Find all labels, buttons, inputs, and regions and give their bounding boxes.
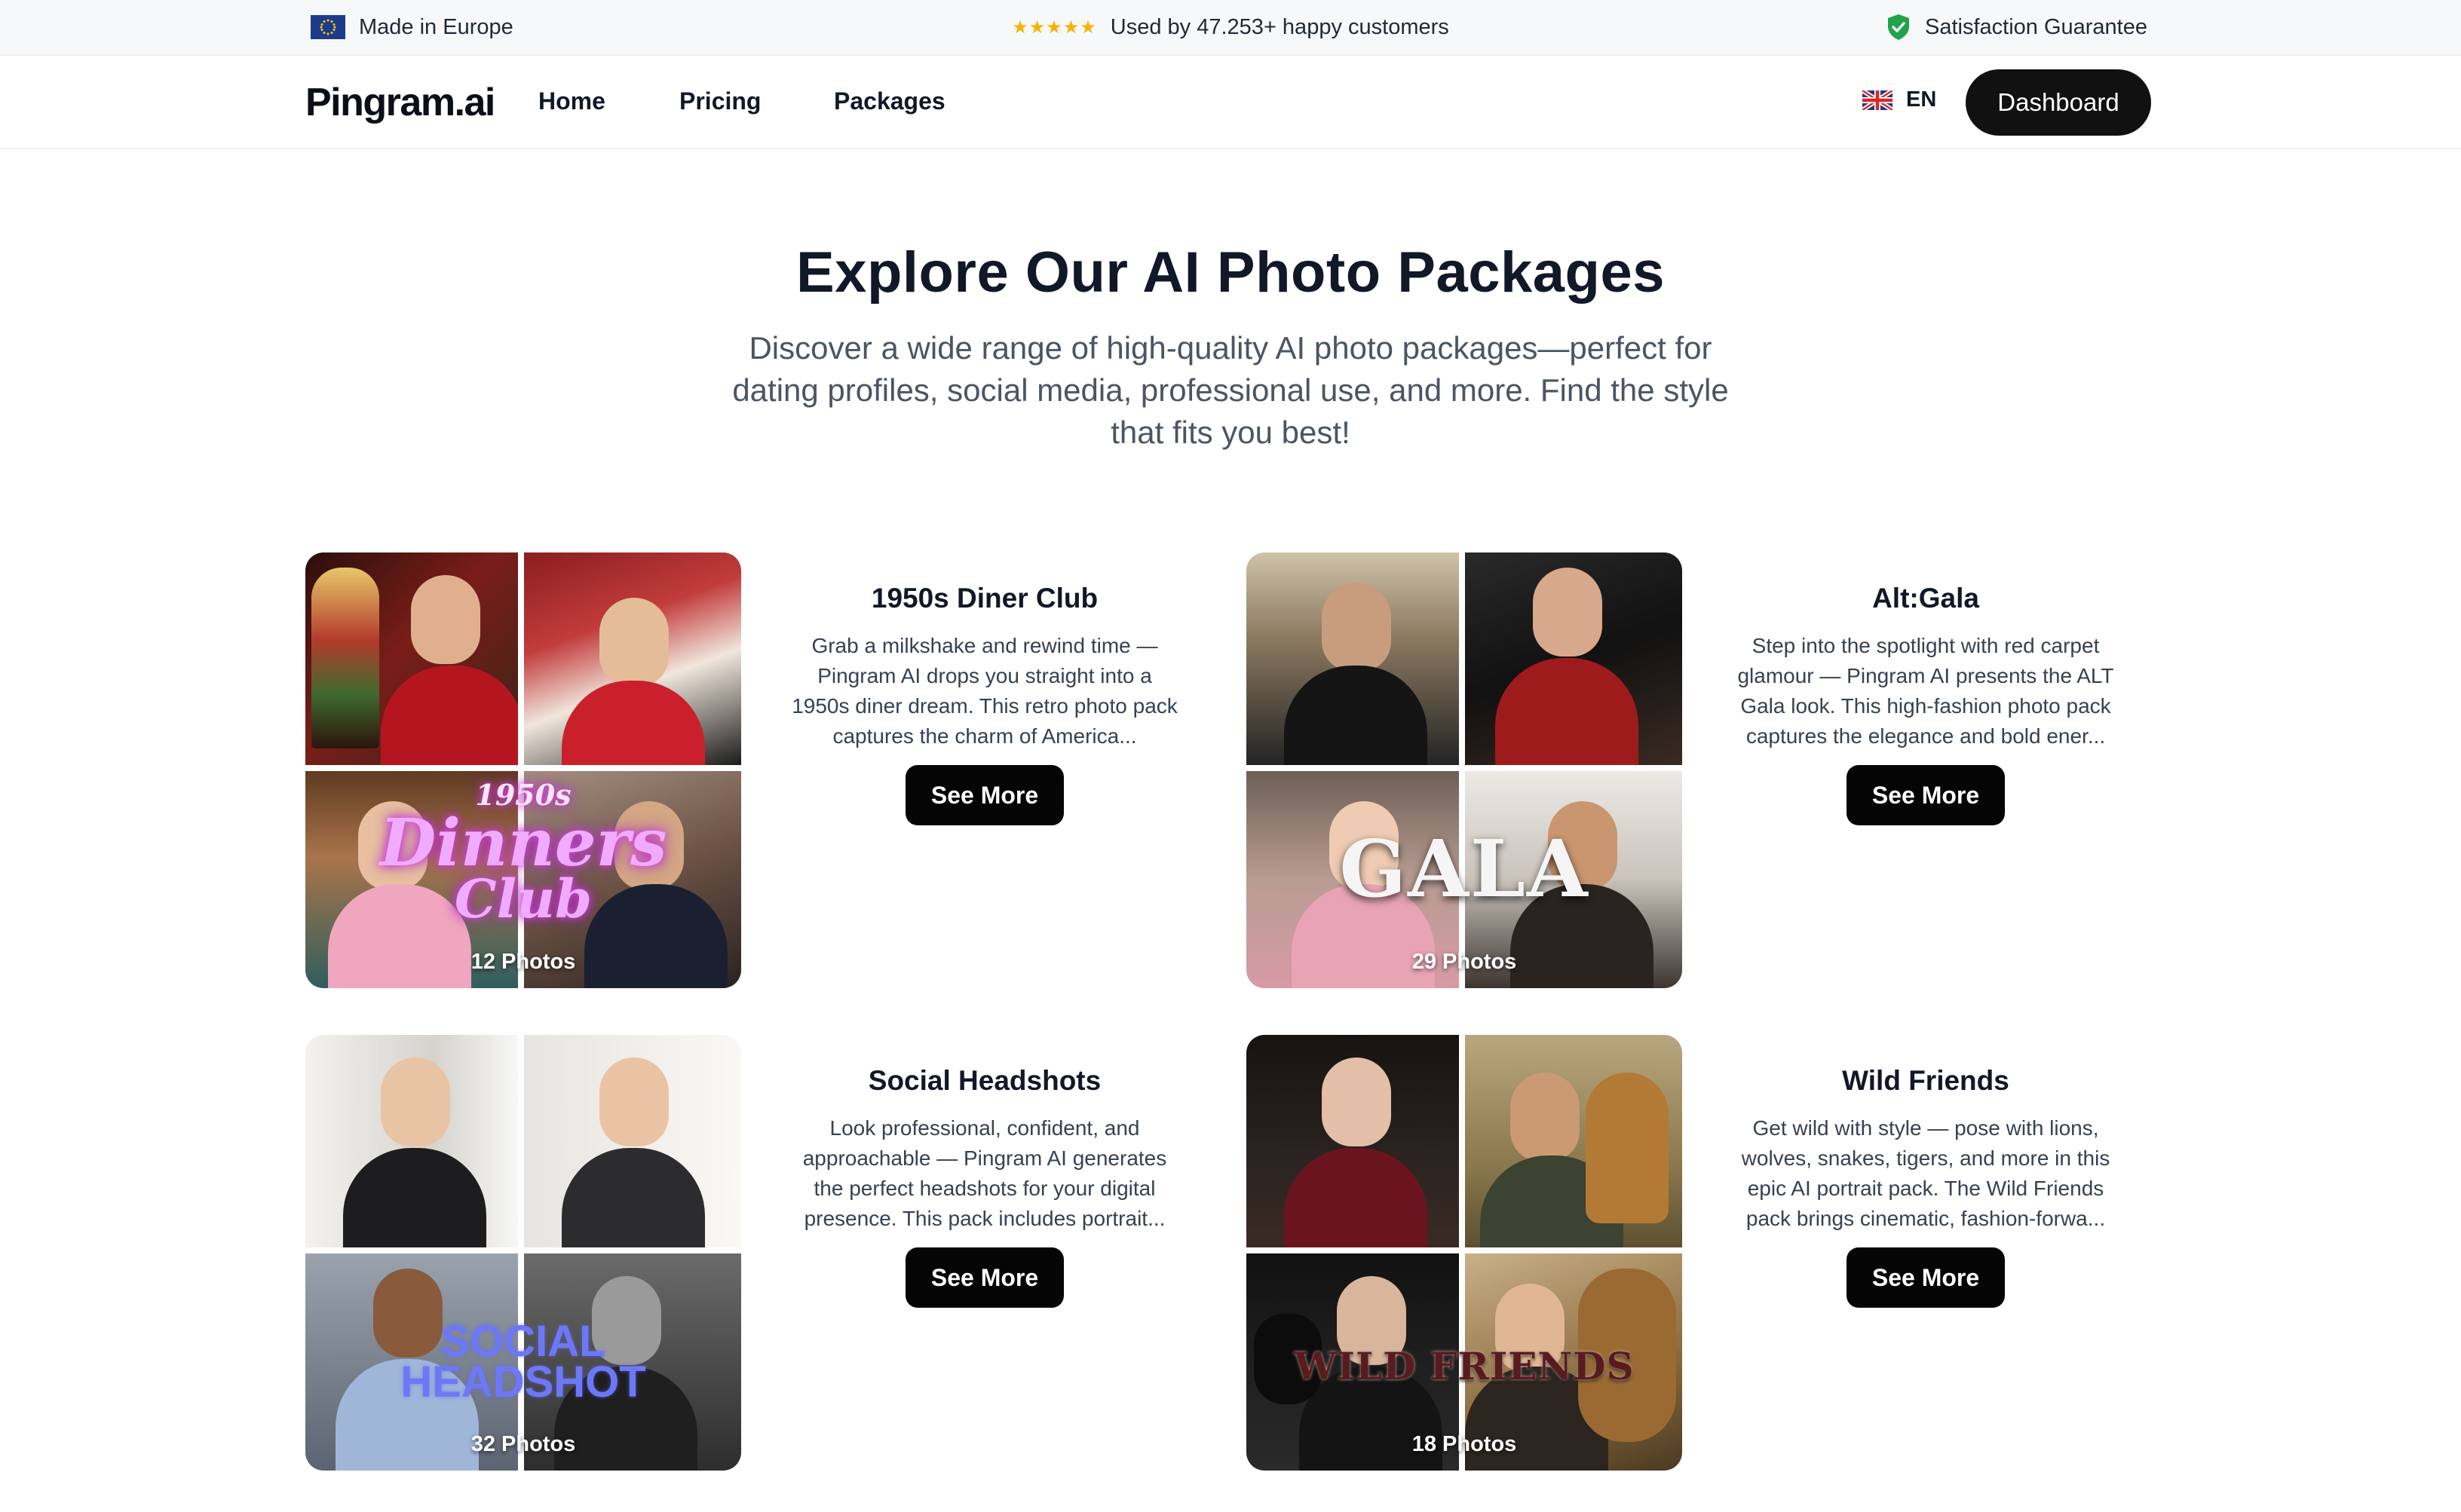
satisfaction-guarantee-label: Satisfaction Guarantee [1924,14,2147,39]
package-card-diner: 1950s Dinners Club 12 Photos 1950s Diner… [305,552,1225,990]
package-card-social-headshots: SOCIAL HEADSHOT 32 Photos Social Headsho… [305,1035,1225,1472]
package-photo [1246,1035,1459,1247]
package-info: Alt:Gala Step into the spotlight with re… [1729,583,2122,825]
photo-count-badge: 12 Photos [470,950,576,974]
page-title: Explore Our AI Photo Packages [795,240,1665,305]
package-overlay-title: SOCIAL HEADSHOT [400,1317,646,1406]
package-info: Social Headshots Look professional, conf… [788,1065,1181,1308]
package-overlay-title: GALA [1339,822,1589,915]
package-description: Grab a milkshake and rewind time — Pingr… [792,634,1178,748]
package-photo [305,1035,518,1247]
rating-stars-icon: ★★★★★ [1012,17,1097,38]
package-photo [524,552,741,765]
site-logo[interactable]: Pingram.ai [305,80,495,125]
package-image-mosaic[interactable]: 1950s Dinners Club 12 Photos [305,552,741,988]
see-more-button[interactable]: See More [1847,1247,2005,1308]
see-more-button[interactable]: See More [906,1247,1064,1308]
package-card-alt-gala: GALA 29 Photos Alt:Gala Step into the sp… [1246,552,2166,990]
package-info: Wild Friends Get wild with style — pose … [1729,1065,2122,1308]
package-photo [1246,552,1459,765]
package-photo [305,552,518,765]
nav-link-packages[interactable]: Packages [834,87,945,115]
package-overlay-title: 1950s Dinners Club [379,778,667,930]
package-overlay-title: WILD FRIENDS [1294,1344,1635,1388]
package-description: Look professional, confident, and approa… [802,1116,1167,1230]
announcement-bar: Made in Europe ★★★★★ Used by 47.253+ hap… [0,0,2461,56]
shield-check-icon [1887,14,1909,40]
package-info: 1950s Diner Club Grab a milkshake and re… [788,583,1181,825]
package-image-mosaic[interactable]: SOCIAL HEADSHOT 32 Photos [305,1035,741,1471]
package-description: Get wild with style — pose with lions, w… [1741,1116,2110,1230]
customer-count-label: Used by 47.253+ happy customers [1110,14,1449,39]
package-photo [524,1035,741,1247]
package-title: Wild Friends [1842,1065,2009,1096]
language-selector[interactable]: EN [1862,87,1936,112]
photo-count-badge: 32 Photos [470,1432,576,1456]
package-image-mosaic[interactable]: GALA 29 Photos [1246,552,1682,988]
package-title: Alt:Gala [1872,583,1979,614]
page-subtitle: Discover a wide range of high-quality AI… [732,330,1729,450]
language-label: EN [1906,87,1937,112]
package-title: 1950s Diner Club [871,583,1099,614]
package-card-wild-friends: WILD FRIENDS 18 Photos Wild Friends Get … [1246,1035,2166,1472]
dashboard-button[interactable]: Dashboard [1966,69,2151,136]
nav-link-pricing[interactable]: Pricing [679,87,761,115]
see-more-button[interactable]: See More [1847,765,2005,825]
package-photo [1465,1035,1682,1247]
uk-flag-icon [1862,90,1892,110]
satisfaction-guarantee: Satisfaction Guarantee [1886,0,2147,54]
package-photo [1465,552,1682,765]
photo-count-badge: 18 Photos [1411,1432,1517,1456]
see-more-button[interactable]: See More [906,765,1064,825]
nav-link-home[interactable]: Home [538,87,605,115]
package-description: Step into the spotlight with red carpet … [1737,634,2114,748]
main-navigation: Pingram.ai Home Pricing Packages EN Dash… [0,56,2461,149]
package-title: Social Headshots [868,1065,1102,1096]
package-image-mosaic[interactable]: WILD FRIENDS 18 Photos [1246,1035,1682,1471]
photo-count-badge: 29 Photos [1411,950,1517,974]
